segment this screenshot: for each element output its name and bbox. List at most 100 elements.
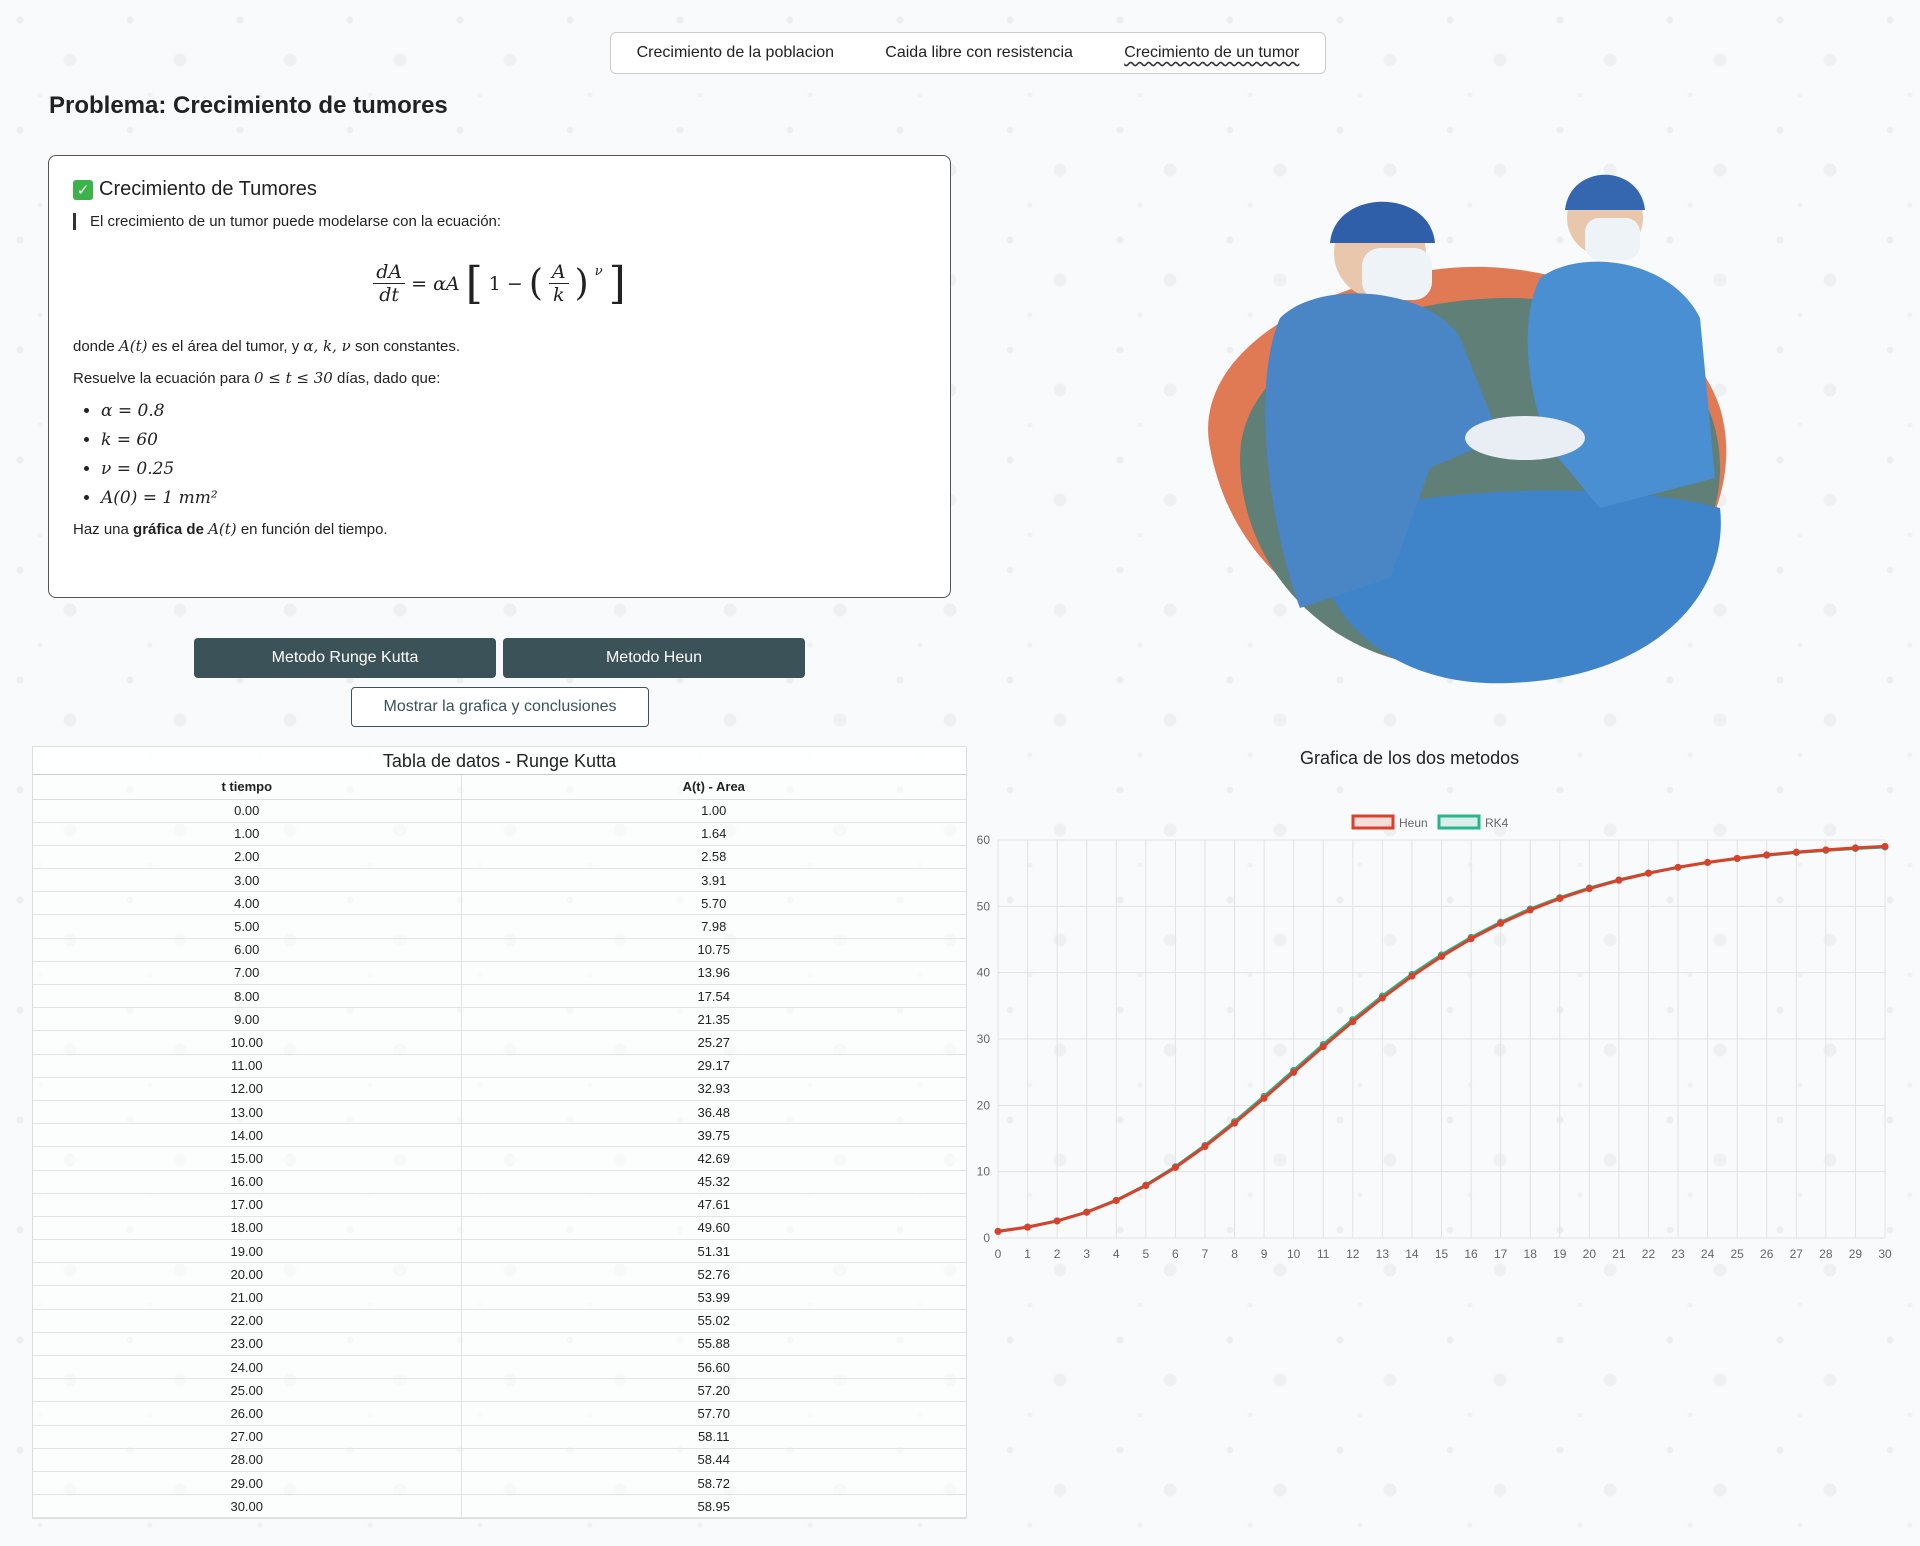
cell-area: 58.44: [461, 1448, 966, 1472]
paren-open: (: [528, 263, 543, 304]
x-tick-label: 30: [1878, 1247, 1892, 1261]
x-tick-label: 17: [1494, 1247, 1508, 1261]
plot-post: en función del tiempo.: [236, 521, 388, 538]
solve-range: 0 ≤ t ≤ 30: [253, 369, 333, 387]
cell-time: 25.00: [33, 1378, 462, 1403]
cell-area: 17.54: [461, 984, 966, 1009]
table-row: 15.00 42.69: [33, 1146, 966, 1171]
cell-area: 58.95: [461, 1494, 966, 1519]
cell-time: 6.00: [33, 938, 462, 962]
x-tick-label: 20: [1583, 1247, 1597, 1261]
surgeon-right-cap: [1565, 174, 1645, 210]
data-point-heun: [1467, 935, 1475, 943]
x-tick-label: 19: [1553, 1247, 1567, 1261]
gloved-hands: [1465, 416, 1585, 460]
show-chart-button[interactable]: Mostrar la grafica y conclusiones: [351, 687, 649, 727]
cell-time: 28.00: [33, 1448, 462, 1472]
cell-area: 42.69: [461, 1146, 966, 1171]
header-time: t tiempo: [33, 775, 462, 800]
x-tick-label: 29: [1849, 1247, 1863, 1261]
x-tick-label: 0: [995, 1247, 1002, 1261]
card-title: ✓ Crecimiento de Tumores: [73, 178, 926, 201]
heun-button[interactable]: Metodo Heun: [503, 638, 805, 678]
cell-area: 25.27: [461, 1030, 966, 1055]
x-tick-label: 6: [1172, 1247, 1179, 1261]
x-tick-label: 8: [1231, 1247, 1238, 1261]
where-text: donde A(t) es el área del tumor, y α, k,…: [73, 337, 926, 355]
ratio-numerator: A: [548, 261, 569, 284]
x-tick-label: 4: [1113, 1247, 1120, 1261]
plot-instruction: Haz una gráfica de A(t) en función del t…: [73, 520, 926, 538]
cell-time: 19.00: [33, 1239, 462, 1264]
nav-link-poblacion[interactable]: Crecimiento de la poblacion: [629, 44, 842, 62]
runge-kutta-table: t tiempo A(t) - Area 0.00 1.00 1.00 1.64 2.0…: [33, 775, 966, 1519]
equation-one-minus: 1 −: [488, 272, 523, 295]
cell-time: 8.00: [33, 984, 462, 1009]
cell-time: 3.00: [33, 868, 462, 893]
table-row: 17.00 47.61: [33, 1193, 966, 1217]
table-row: 4.00 5.70: [33, 891, 966, 916]
table-row: 10.00 25.27: [33, 1030, 966, 1055]
y-tick-label: 30: [977, 1032, 991, 1046]
data-point-heun: [1585, 885, 1593, 893]
table-row: 20.00 52.76: [33, 1262, 966, 1287]
cell-area: 47.61: [461, 1193, 966, 1217]
cell-area: 55.02: [461, 1309, 966, 1333]
data-table-panel: Tabla de datos - Runge Kutta t tiempo A(…: [32, 746, 967, 1520]
x-tick-label: 11: [1317, 1247, 1330, 1261]
card-title-text: Crecimiento de Tumores: [99, 178, 317, 200]
cell-area: 5.70: [461, 891, 966, 916]
derivative-numerator: dA: [373, 261, 406, 284]
data-point-heun: [1526, 906, 1534, 914]
data-point-heun: [1792, 848, 1800, 856]
table-row: 8.00 17.54: [33, 984, 966, 1009]
data-point-heun: [1556, 894, 1564, 902]
table-body: 0.00 1.00 1.00 1.64 2.00 2.58 3.00 3.91 4.00 5.70…: [33, 799, 966, 1519]
x-tick-label: 27: [1790, 1247, 1804, 1261]
data-point-heun: [1822, 846, 1830, 854]
cell-time: 10.00: [33, 1030, 462, 1055]
data-point-heun: [1290, 1068, 1298, 1076]
table-row: 25.00 57.20: [33, 1378, 966, 1403]
param-nu: ν = 0.25: [101, 459, 926, 479]
cell-time: 4.00: [33, 891, 462, 916]
x-tick-label: 16: [1464, 1247, 1478, 1261]
solve-text: Resuelve la ecuación para 0 ≤ t ≤ 30 día…: [73, 369, 926, 387]
nav-link-tumor[interactable]: Crecimiento de un tumor: [1116, 44, 1307, 62]
cell-time: 11.00: [33, 1054, 462, 1078]
x-tick-label: 1: [1024, 1247, 1031, 1261]
data-point-heun: [1083, 1208, 1091, 1216]
x-tick-label: 22: [1642, 1247, 1656, 1261]
cell-time: 2.00: [33, 845, 462, 870]
x-tick-label: 5: [1142, 1247, 1149, 1261]
table-row: 3.00 3.91: [33, 868, 966, 893]
intro-quote: El crecimiento de un tumor puede modelar…: [73, 213, 926, 230]
bracket-open: [: [465, 258, 483, 309]
cell-time: 0.00: [33, 799, 462, 823]
cell-area: 10.75: [461, 938, 966, 962]
y-tick-label: 0: [983, 1231, 990, 1245]
table-row: 14.00 39.75: [33, 1123, 966, 1148]
legend-label-heun: Heun: [1399, 816, 1428, 830]
data-point-heun: [1615, 876, 1623, 884]
x-tick-label: 3: [1083, 1247, 1090, 1261]
methods-line-chart: 0 1 2 3 4 5 6 7 8 9 10 11 12 13 14 15 16 17 18 19 20 21 22 23 24…: [977, 814, 1892, 1261]
surgeons-illustration: [1208, 174, 1727, 684]
parameter-list: α = 0.8 k = 60 ν = 0.25 A(0) = 1 mm²: [73, 401, 926, 508]
derivative-denominator: dt: [379, 284, 400, 306]
table-row: 22.00 55.02: [33, 1309, 966, 1333]
cell-area: 7.98: [461, 914, 966, 939]
x-tick-label: 23: [1671, 1247, 1685, 1261]
surgeon-left-mask: [1362, 248, 1432, 300]
y-tick-label: 50: [977, 899, 991, 913]
x-tick-label: 28: [1819, 1247, 1833, 1261]
where-post: son constantes.: [350, 338, 461, 355]
data-point-heun: [1704, 858, 1712, 866]
runge-kutta-button[interactable]: Metodo Runge Kutta: [194, 638, 496, 678]
data-point-heun: [1378, 994, 1386, 1002]
data-point-heun: [1201, 1143, 1209, 1151]
nav-link-caida-libre[interactable]: Caida libre con resistencia: [877, 44, 1081, 62]
plot-function: A(t): [208, 520, 237, 538]
cell-time: 5.00: [33, 914, 462, 939]
x-tick-label: 2: [1054, 1247, 1061, 1261]
